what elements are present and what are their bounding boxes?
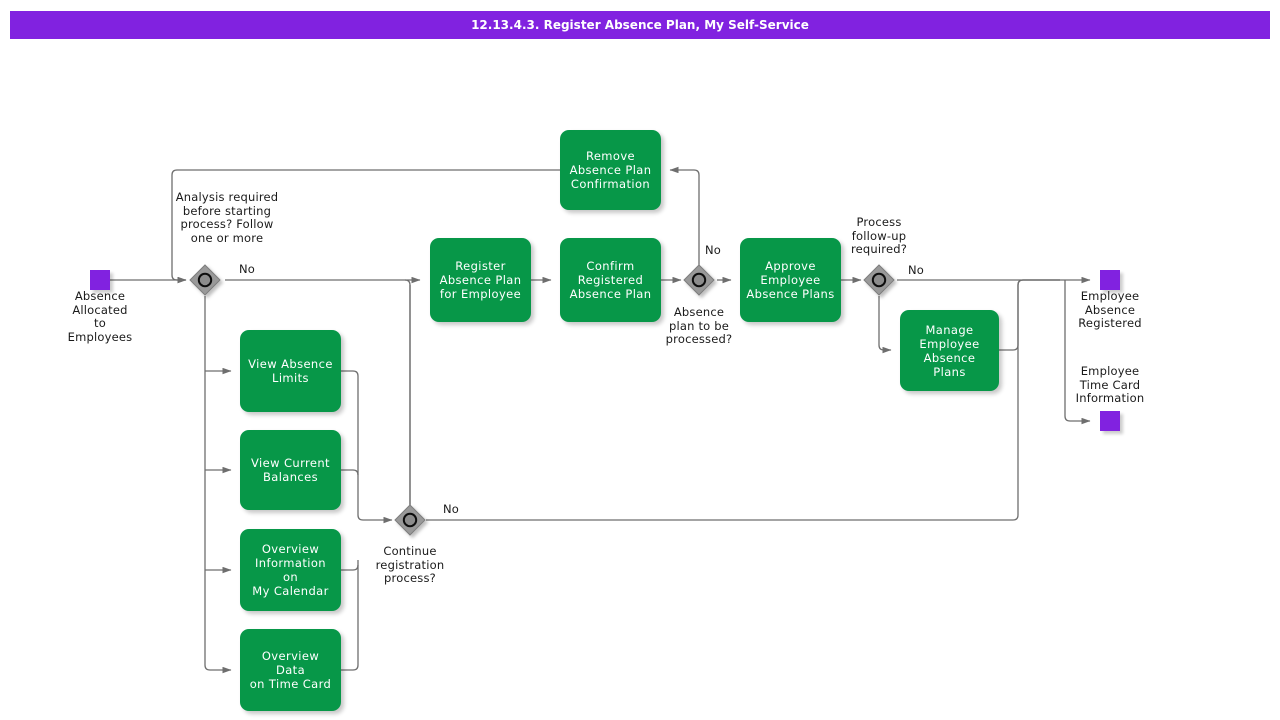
edge-register-entry-corner bbox=[404, 279, 411, 286]
task-overview-information-on-my-calendar[interactable]: Overview Information on My Calendar bbox=[240, 529, 341, 611]
task-remove-absence-plan-confirmation-label: Remove Absence Plan Confirmation bbox=[569, 149, 652, 191]
end-event-employee-time-card-information[interactable] bbox=[1100, 411, 1120, 431]
task-view-absence-limits[interactable]: View Absence Limits bbox=[240, 330, 341, 412]
flowchart-page: 12.13.4.3. Register Absence Plan, My Sel… bbox=[0, 0, 1280, 720]
edge-label-no-continue: No bbox=[442, 502, 460, 516]
end-event-employee-absence-registered-label: Employee Absence Registered bbox=[1078, 289, 1142, 330]
task-confirm-registered-absence-plan[interactable]: Confirm Registered Absence Plan bbox=[560, 238, 661, 322]
edge-absence-plan-gateway-no-to-remove-confirmation bbox=[669, 166, 700, 265]
edge-follow-up-gateway-to-manage bbox=[878, 296, 892, 354]
gateway-process-follow-up[interactable] bbox=[863, 264, 895, 296]
end-event-employee-absence-registered[interactable] bbox=[1100, 270, 1120, 290]
edge-view-current-balances-to-merge bbox=[341, 469, 359, 476]
task-approve-employee-absence-plans-label: Approve Employee Absence Plans bbox=[746, 259, 835, 301]
flowchart-canvas bbox=[110, 166, 1091, 674]
gateway-analysis-required-label: Analysis required before starting proces… bbox=[175, 190, 279, 245]
end-event-employee-time-card-information-label: Employee Time Card Information bbox=[1075, 364, 1145, 405]
edge-label-no-analysis: No bbox=[238, 262, 256, 276]
task-remove-absence-plan-confirmation[interactable]: Remove Absence Plan Confirmation bbox=[560, 130, 661, 210]
edge-analysis-gateway-down-spine bbox=[204, 296, 232, 674]
edge-view-absence-limits-to-continue-gateway bbox=[341, 370, 393, 524]
task-register-absence-plan-for-employee[interactable]: Register Absence Plan for Employee bbox=[430, 238, 531, 322]
task-manage-employee-absence-plans[interactable]: Manage Employee Absence Plans bbox=[900, 310, 999, 391]
start-event-absence-allocated[interactable] bbox=[90, 270, 110, 290]
task-overview-data-on-time-card-label: Overview Data on Time Card bbox=[249, 649, 332, 691]
task-view-absence-limits-label: View Absence Limits bbox=[248, 357, 333, 385]
task-view-current-balances-label: View Current Balances bbox=[251, 456, 330, 484]
start-event-absence-allocated-label: Absence Allocated to Employees bbox=[67, 289, 133, 344]
gateway-absence-plan-processed[interactable] bbox=[683, 264, 715, 296]
task-approve-employee-absence-plans[interactable]: Approve Employee Absence Plans bbox=[740, 238, 841, 322]
edge-label-no-follow-up: No bbox=[907, 263, 925, 277]
gateway-continue-registration-label: Continue registration process? bbox=[375, 544, 445, 585]
task-overview-data-on-time-card[interactable]: Overview Data on Time Card bbox=[240, 629, 341, 711]
task-overview-information-on-my-calendar-label: Overview Information on My Calendar bbox=[252, 542, 329, 598]
task-view-current-balances[interactable]: View Current Balances bbox=[240, 430, 341, 510]
gateway-analysis-required[interactable] bbox=[189, 264, 221, 296]
edge-label-no-absence-plan: No bbox=[704, 243, 722, 257]
task-register-absence-plan-for-employee-label: Register Absence Plan for Employee bbox=[439, 259, 522, 301]
task-confirm-registered-absence-plan-label: Confirm Registered Absence Plan bbox=[569, 259, 652, 301]
gateway-continue-registration[interactable] bbox=[394, 504, 426, 536]
task-manage-employee-absence-plans-label: Manage Employee Absence Plans bbox=[919, 322, 980, 379]
